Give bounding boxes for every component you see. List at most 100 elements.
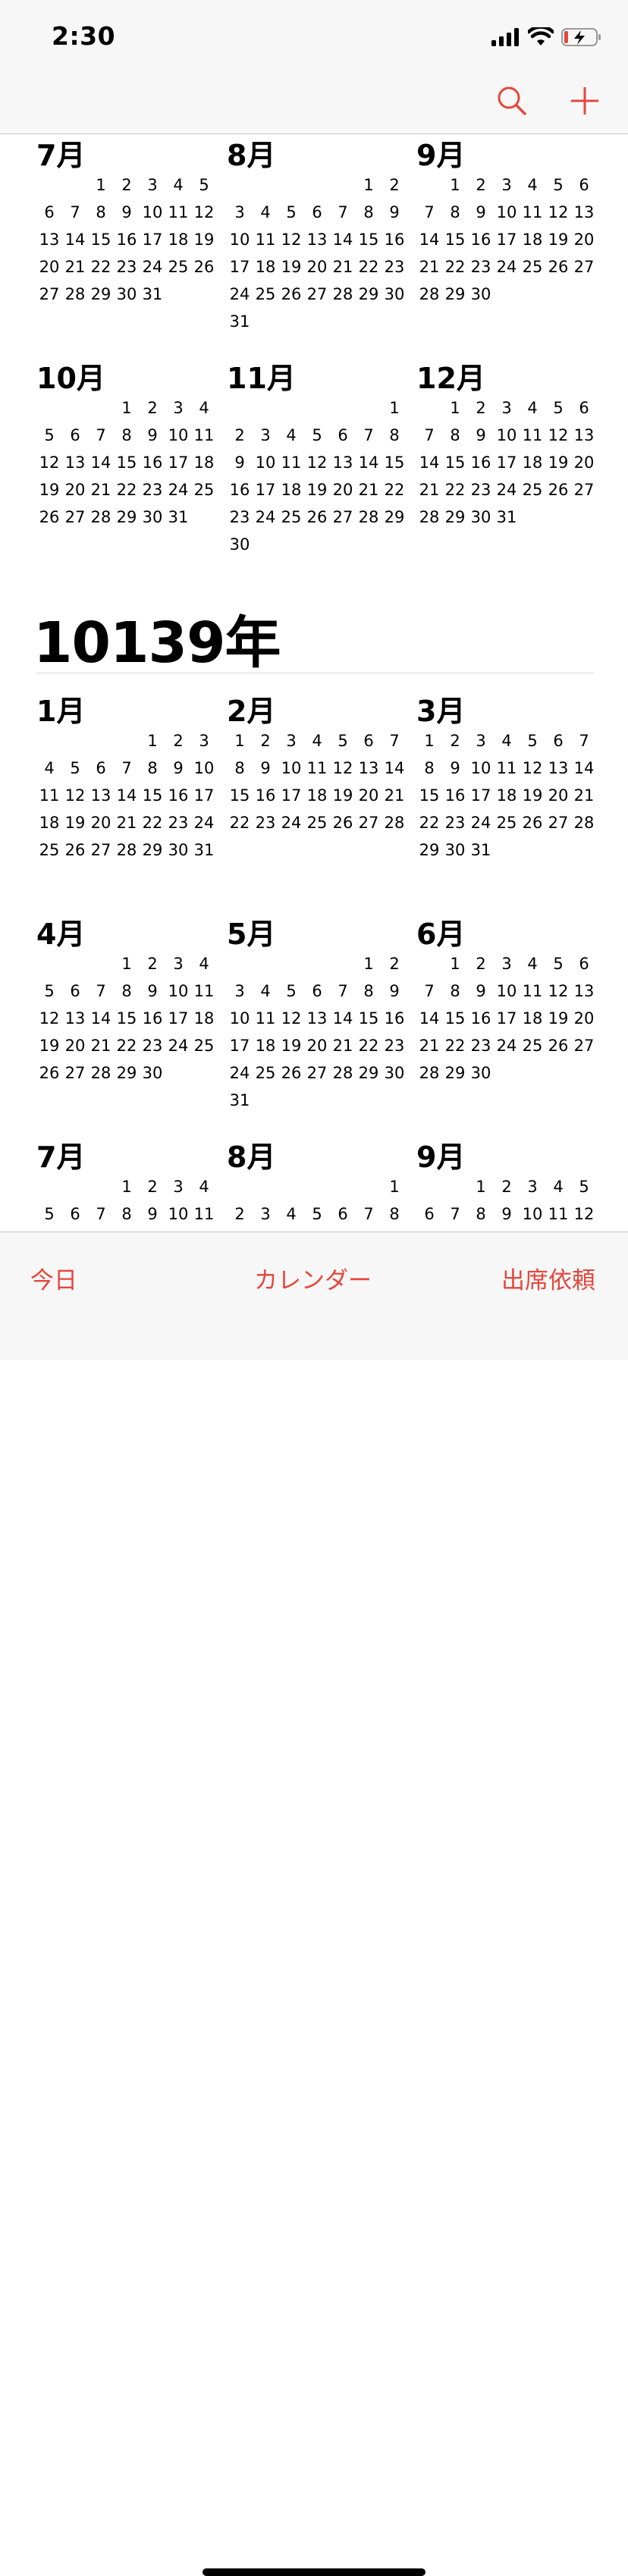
day-number: 8 — [450, 982, 460, 1000]
month-title: 2月 — [227, 695, 276, 728]
month-block[interactable]: 4月 1 2 3 4 5 6 7 8 9 10 11 12 13 14 15 16 17 18 19 20 21 22 23 2… — [36, 917, 218, 1114]
day-number: 28 — [419, 508, 440, 526]
day-number: 30 — [470, 1064, 491, 1082]
day-number: 29 — [444, 508, 466, 526]
day-number: 6 — [338, 426, 348, 444]
day-number: 27 — [573, 258, 595, 276]
month-title: 4月 — [36, 918, 86, 951]
month-block[interactable]: 12月 1 2 3 4 5 6 7 8 9 10 11 12 13 14 15 16 17 18 19 20 21 22 23… — [416, 361, 598, 558]
day-number: 20 — [64, 1037, 86, 1055]
status-icons — [491, 26, 602, 49]
day-number: 28 — [64, 285, 86, 303]
month-block[interactable]: 7月12345678910111213141516171819202122232… — [36, 1140, 218, 1232]
day-number: 19 — [522, 786, 543, 805]
day-number: 18 — [39, 814, 60, 832]
day-number: 2 — [476, 176, 486, 194]
day-number: 19 — [281, 258, 302, 276]
day-number: 29 — [419, 841, 440, 859]
day-number: 5 — [44, 426, 55, 444]
month-title: 9月 — [416, 1141, 466, 1174]
battery-charging-icon — [561, 28, 601, 46]
day-number: 23 — [470, 1037, 491, 1055]
year-calendar-view[interactable]: 7月 1 2 3 4 5 6 7 8 9 10 11 12 13 14 15 16 17 18 19 20 21 22 23 2… — [0, 134, 628, 1232]
day-number: 13 — [306, 231, 328, 249]
day-number: 6 — [70, 1205, 80, 1223]
day-number: 16 — [142, 453, 163, 472]
inbox-tab[interactable]: 出席依頼 — [501, 1261, 595, 1295]
month-title: 5月 — [227, 918, 276, 951]
month-block[interactable]: 1月 1 2 3 4 5 6 7 8 9 10 11 12 13 14 15 16 17 18 19 20 21 22 23 2… — [36, 694, 218, 891]
day-number: 7 — [338, 203, 348, 221]
month-block[interactable]: 9月12345678910111213141516171819202122232… — [416, 1140, 598, 1232]
add-event-button[interactable] — [566, 82, 604, 120]
calendars-tab[interactable]: カレンダー — [254, 1261, 372, 1295]
day-number: 30 — [142, 508, 163, 526]
day-number: 26 — [39, 1064, 60, 1082]
day-number: 7 — [96, 982, 106, 1000]
month-block[interactable]: 5月 1 2 3 4 5 6 7 8 9 10 11 12 13 14 15 16 17 18 19 20 21 22 23 2… — [227, 917, 409, 1114]
month-block[interactable]: 11月 1 2 3 4 5 6 7 8 9 10 11 12 13 14 15 16 17 18 19 20 21 22 23… — [227, 361, 409, 558]
home-indicator — [203, 2568, 425, 2576]
day-number: 2 — [450, 732, 460, 750]
day-number: 12 — [281, 1009, 302, 1028]
search-button[interactable] — [493, 82, 531, 120]
month-block[interactable]: 3月 1 2 3 4 5 6 7 8 9 10 11 12 13 14 15 16 17 18 19 20 21 22 23 2… — [416, 694, 598, 891]
day-number: 8 — [450, 426, 460, 444]
day-number: 14 — [419, 453, 440, 472]
day-number: 23 — [384, 258, 405, 276]
month-block[interactable]: 7月12345678910111213141516171819202122232… — [36, 138, 218, 335]
month-block[interactable]: 10月 1 2 3 4 5 6 7 8 9 10 11 12 13 14 15 16 17 18 19 20 21 22 23… — [36, 361, 218, 558]
day-number: 11 — [255, 231, 276, 249]
day-number: 28 — [419, 285, 440, 303]
day-number: 19 — [548, 1009, 569, 1028]
day-number: 5 — [44, 1205, 55, 1223]
day-number: 4 — [199, 1178, 209, 1196]
day-number: 6 — [338, 1205, 348, 1223]
day-number: 23 — [229, 508, 250, 526]
day-number: 4 — [553, 1178, 564, 1196]
month-block[interactable]: 6月 1 2 3 4 5 6 7 8 9 10 11 12 13 14 15 16 17 18 19 20 21 22 23 2… — [416, 917, 598, 1114]
day-number: 12 — [332, 759, 353, 777]
month-title: 11月 — [227, 362, 296, 395]
day-number: 5 — [527, 732, 538, 750]
day-number: 24 — [255, 508, 276, 526]
today-tab[interactable]: 今日 — [30, 1261, 77, 1295]
day-number: 13 — [358, 759, 379, 777]
day-number: 24 — [496, 1037, 517, 1055]
day-number: 7 — [389, 732, 400, 750]
day-number: 22 — [116, 1037, 137, 1055]
day-number: 12 — [522, 759, 543, 777]
day-number: 1 — [450, 176, 460, 194]
day-number: 7 — [424, 426, 435, 444]
day-number: 10 — [229, 231, 250, 249]
day-number: 5 — [44, 982, 55, 1000]
month-block[interactable]: 8月12345678910111213141516171819202122232… — [227, 1140, 409, 1232]
day-number: 16 — [168, 786, 189, 805]
month-block[interactable]: 8月12345678910111213141516171819202122232… — [227, 138, 409, 335]
tab-bar: 今日 カレンダー 出席依頼 — [0, 1232, 628, 2576]
day-number: 31 — [142, 285, 163, 303]
day-number: 21 — [332, 1037, 353, 1055]
day-number: 11 — [522, 982, 543, 1000]
month-title: 9月 — [416, 139, 466, 172]
day-number: 30 — [116, 285, 137, 303]
day-number: 17 — [255, 481, 276, 499]
day-number: 7 — [70, 203, 80, 221]
day-number: 17 — [193, 786, 215, 805]
day-number: 4 — [44, 759, 55, 777]
day-number: 25 — [39, 841, 60, 859]
day-number: 4 — [260, 982, 271, 1000]
day-number: 9 — [147, 1205, 158, 1223]
day-number: 30 — [384, 285, 405, 303]
day-number: 1 — [450, 399, 460, 417]
day-number: 23 — [168, 814, 189, 832]
day-number: 14 — [419, 231, 440, 249]
day-number: 15 — [358, 231, 379, 249]
day-number: 6 — [424, 1205, 435, 1223]
day-number: 30 — [470, 508, 491, 526]
day-number: 11 — [522, 203, 543, 221]
day-number: 5 — [553, 399, 564, 417]
month-block[interactable]: 9月12345678910111213141516171819202122232… — [416, 138, 598, 335]
day-number: 21 — [419, 481, 440, 499]
month-block[interactable]: 2月 1 2 3 4 5 6 7 8 9 10 11 12 13 14 15 16 17 18 19 20 21 22 23 2… — [227, 694, 409, 891]
